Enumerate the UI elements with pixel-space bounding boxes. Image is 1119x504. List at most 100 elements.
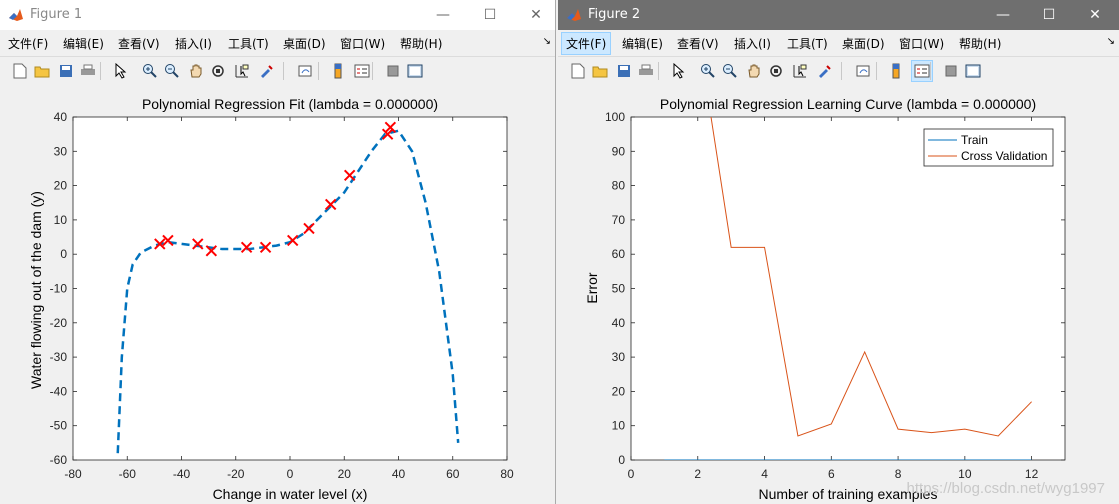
colorbar-button[interactable] bbox=[329, 62, 347, 80]
maximize-button[interactable]: ☐ bbox=[467, 0, 513, 30]
title-bar[interactable]: Figure 2 — ☐ ✕ bbox=[558, 0, 1119, 30]
y-tick-label: -50 bbox=[50, 419, 68, 433]
y-tick-label: 30 bbox=[54, 144, 68, 158]
x-tick-label: 10 bbox=[958, 467, 972, 481]
link-plot-icon bbox=[856, 63, 872, 79]
menu-window[interactable]: 窗口(W) bbox=[895, 33, 948, 54]
menu-edit[interactable]: 编辑(E) bbox=[59, 33, 108, 54]
y-axis-label: Water flowing out of the dam (y) bbox=[28, 191, 44, 389]
menu-view[interactable]: 查看(V) bbox=[673, 33, 723, 54]
menu-window[interactable]: 窗口(W) bbox=[336, 33, 389, 54]
zoom-in-button[interactable] bbox=[141, 62, 159, 80]
pan-hand-button[interactable] bbox=[187, 62, 205, 80]
brush-button[interactable] bbox=[815, 62, 833, 80]
pan-hand-icon bbox=[746, 63, 762, 79]
menu-help[interactable]: 帮助(H) bbox=[396, 33, 446, 54]
hide-plot-tools-button[interactable] bbox=[384, 62, 402, 80]
close-button[interactable]: ✕ bbox=[513, 0, 555, 30]
y-tick-label: -10 bbox=[50, 282, 68, 296]
x-tick-label: 4 bbox=[761, 467, 768, 481]
link-plot-button[interactable] bbox=[297, 62, 315, 80]
window-title: Figure 1 bbox=[30, 7, 83, 22]
watermark: https://blog.csdn.net/wyg1997 bbox=[907, 480, 1105, 497]
pointer-button[interactable] bbox=[669, 62, 687, 80]
y-tick-label: -20 bbox=[50, 316, 68, 330]
show-plot-tools-button[interactable] bbox=[406, 62, 424, 80]
open-folder-button[interactable] bbox=[591, 62, 609, 80]
menu-tools[interactable]: 工具(T) bbox=[224, 33, 273, 54]
pointer-button[interactable] bbox=[111, 62, 129, 80]
link-plot-button[interactable] bbox=[855, 62, 873, 80]
rotate-3d-button[interactable] bbox=[209, 62, 227, 80]
save-icon bbox=[59, 64, 73, 78]
zoom-in-icon bbox=[700, 63, 716, 79]
menu-edit[interactable]: 编辑(E) bbox=[618, 33, 667, 54]
save-button[interactable] bbox=[57, 62, 75, 80]
save-button[interactable] bbox=[615, 62, 633, 80]
menu-file[interactable]: 文件(F) bbox=[561, 32, 612, 55]
menu-tools[interactable]: 工具(T) bbox=[783, 33, 832, 54]
legend[interactable]: Train Cross Validation bbox=[923, 128, 1054, 167]
zoom-in-button[interactable] bbox=[699, 62, 717, 80]
menu-help[interactable]: 帮助(H) bbox=[955, 33, 1005, 54]
brush-button[interactable] bbox=[257, 62, 275, 80]
x-tick-label: 6 bbox=[828, 467, 835, 481]
matlab-icon bbox=[567, 9, 581, 21]
data-cursor-button[interactable] bbox=[233, 62, 251, 80]
matlab-icon bbox=[9, 9, 23, 21]
pan-hand-icon bbox=[188, 63, 204, 79]
legend-button[interactable] bbox=[353, 62, 371, 80]
menu-bar: 文件(F) 编辑(E) 查看(V) 插入(I) 工具(T) 桌面(D) 窗口(W… bbox=[558, 30, 1119, 55]
hide-plot-tools-button[interactable] bbox=[942, 62, 960, 80]
zoom-out-icon bbox=[164, 63, 180, 79]
menu-desktop[interactable]: 桌面(D) bbox=[838, 33, 889, 54]
new-file-button[interactable] bbox=[569, 62, 587, 80]
regression-fit-chart: Polynomial Regression Fit (lambda = 0.00… bbox=[28, 96, 514, 502]
zoom-out-button[interactable] bbox=[163, 62, 181, 80]
toolbar-separator bbox=[372, 62, 373, 80]
zoom-out-button[interactable] bbox=[721, 62, 739, 80]
y-tick-label: -60 bbox=[50, 453, 68, 467]
figure-1-window: Figure 1 — ☐ ✕ 文件(F) 编辑(E) 查看(V) 插入(I) 工… bbox=[0, 0, 556, 504]
toolbar-separator bbox=[318, 62, 319, 80]
open-folder-icon bbox=[34, 64, 50, 78]
y-tick-label: 30 bbox=[612, 350, 626, 364]
learning-curve-chart: Polynomial Regression Learning Curve (la… bbox=[584, 96, 1105, 502]
close-button[interactable]: ✕ bbox=[1072, 0, 1118, 30]
rotate-3d-icon bbox=[768, 63, 784, 79]
chart-title: Polynomial Regression Learning Curve (la… bbox=[660, 96, 1036, 112]
minimize-button[interactable]: — bbox=[980, 0, 1026, 30]
data-cursor-button[interactable] bbox=[791, 62, 809, 80]
y-tick-label: -40 bbox=[50, 384, 68, 398]
menu-view[interactable]: 查看(V) bbox=[114, 33, 164, 54]
x-tick-label: 2 bbox=[694, 467, 701, 481]
colorbar-button[interactable] bbox=[887, 62, 905, 80]
print-button[interactable] bbox=[637, 62, 655, 80]
zoom-out-icon bbox=[722, 63, 738, 79]
y-tick-label: 20 bbox=[54, 179, 68, 193]
rotate-3d-button[interactable] bbox=[767, 62, 785, 80]
open-folder-button[interactable] bbox=[33, 62, 51, 80]
y-tick-label: 10 bbox=[612, 419, 626, 433]
show-plot-tools-button[interactable] bbox=[964, 62, 982, 80]
x-tick-label: 0 bbox=[287, 467, 294, 481]
menu-insert[interactable]: 插入(I) bbox=[171, 33, 216, 54]
new-file-button[interactable] bbox=[11, 62, 29, 80]
print-button[interactable] bbox=[79, 62, 97, 80]
y-tick-label: 60 bbox=[612, 247, 626, 261]
legend-icon bbox=[354, 64, 370, 78]
zoom-in-icon bbox=[142, 63, 158, 79]
x-tick-label: 40 bbox=[392, 467, 406, 481]
menu-insert[interactable]: 插入(I) bbox=[730, 33, 775, 54]
menu-overflow-icon[interactable]: ↘ bbox=[543, 36, 551, 47]
menu-desktop[interactable]: 桌面(D) bbox=[279, 33, 330, 54]
maximize-button[interactable]: ☐ bbox=[1026, 0, 1072, 30]
brush-icon bbox=[816, 63, 832, 79]
pan-hand-button[interactable] bbox=[745, 62, 763, 80]
figure-2-window: Figure 2 — ☐ ✕ 文件(F) 编辑(E) 查看(V) 插入(I) 工… bbox=[558, 0, 1119, 504]
y-tick-label: 40 bbox=[612, 316, 626, 330]
menu-overflow-icon[interactable]: ↘ bbox=[1107, 36, 1115, 47]
minimize-button[interactable]: — bbox=[420, 0, 466, 30]
menu-file[interactable]: 文件(F) bbox=[4, 33, 52, 54]
title-bar[interactable]: Figure 1 — ☐ ✕ bbox=[0, 0, 555, 30]
